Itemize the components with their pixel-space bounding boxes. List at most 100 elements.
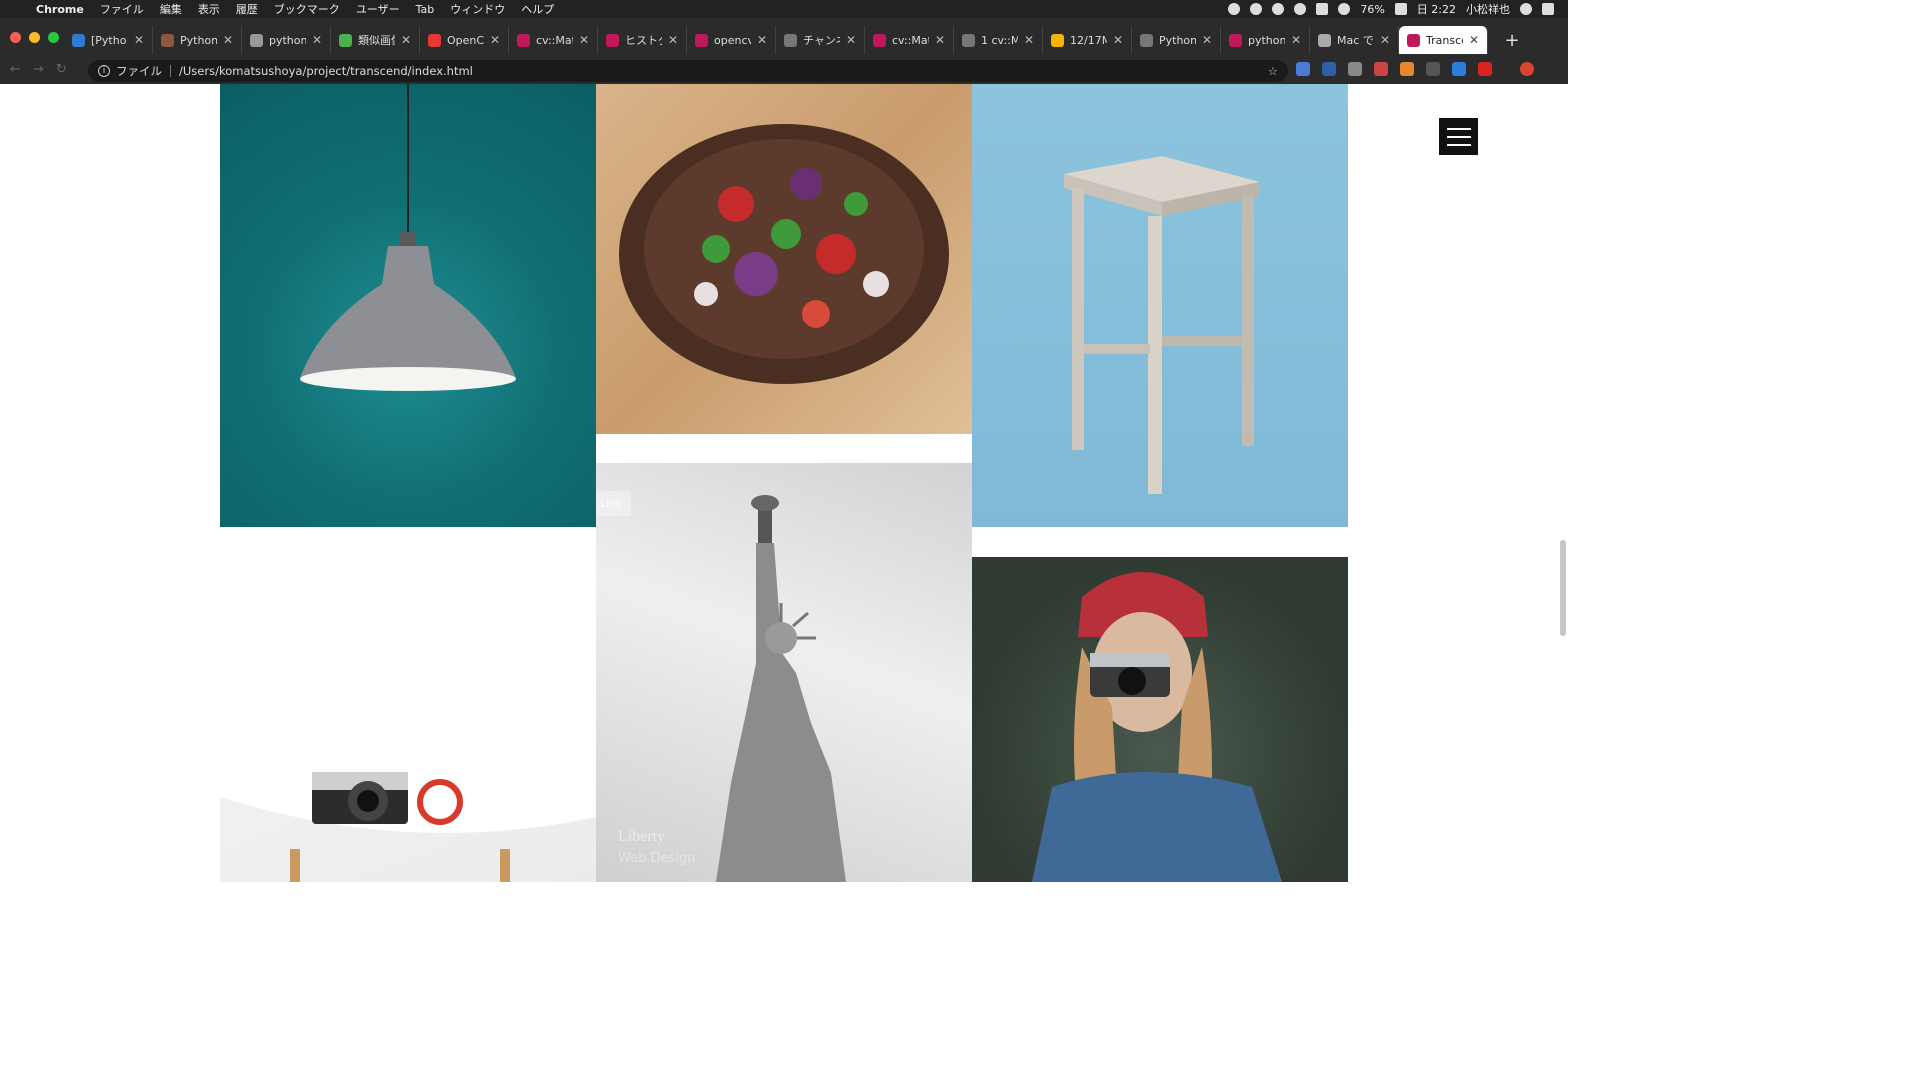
selenium-extension-icon[interactable] xyxy=(1426,62,1440,76)
page-viewport: Link Liberty Web Design xyxy=(0,84,1568,882)
menu-help[interactable]: ヘルプ xyxy=(521,1,554,17)
close-tab-icon[interactable]: ✕ xyxy=(134,33,144,47)
menu-app-name[interactable]: Chrome xyxy=(36,3,84,16)
salad-bowl-image xyxy=(619,124,949,384)
close-tab-icon[interactable]: ✕ xyxy=(935,33,945,47)
new-tab-button[interactable]: + xyxy=(1500,30,1524,51)
address-scheme-label: ファイル xyxy=(116,64,162,78)
browser-tab[interactable]: 1 cv::Ma ✕ xyxy=(954,26,1043,54)
battery-icon[interactable] xyxy=(1394,3,1407,15)
tab-title: Python3 xyxy=(180,33,217,47)
notification-center-icon[interactable] xyxy=(1542,3,1554,15)
gallery-tile-camera-girl[interactable] xyxy=(972,557,1348,882)
menu-window[interactable]: ウィンドウ xyxy=(450,1,505,17)
close-tab-icon[interactable]: ✕ xyxy=(668,33,678,47)
close-tab-icon[interactable]: ✕ xyxy=(1380,33,1390,47)
tab-title: opencv xyxy=(714,33,751,47)
hamburger-menu-button[interactable] xyxy=(1439,118,1478,155)
browser-tab[interactable]: Mac で ✕ xyxy=(1310,26,1399,54)
bookmark-star-icon[interactable]: ☆ xyxy=(1268,64,1278,78)
browser-tab[interactable]: ヒストグ ✕ xyxy=(598,26,687,54)
close-tab-icon[interactable]: ✕ xyxy=(1024,33,1034,47)
browser-tab[interactable]: 12/17M ✕ xyxy=(1043,26,1132,54)
browser-tab[interactable]: 類似画像 ✕ xyxy=(331,26,420,54)
sync-icon[interactable] xyxy=(1294,3,1307,15)
favicon-icon xyxy=(1051,33,1064,47)
spotlight-icon[interactable] xyxy=(1520,3,1532,15)
info-icon[interactable]: i xyxy=(98,65,110,77)
close-tab-icon[interactable]: ✕ xyxy=(401,33,411,47)
close-tab-icon[interactable]: ✕ xyxy=(490,33,500,47)
menubar-user[interactable]: 小松祥也 xyxy=(1466,1,1510,17)
close-tab-icon[interactable]: ✕ xyxy=(846,33,856,47)
tab-list: [Pytho✕Python3✕python-✕類似画像✕OpenCV✕cv::M… xyxy=(64,26,1488,54)
close-window-button[interactable] xyxy=(10,32,21,43)
favicon-icon xyxy=(962,33,975,47)
menu-bookmarks[interactable]: ブックマーク xyxy=(274,1,340,17)
tab-title: python- xyxy=(269,33,306,47)
video-extension-icon[interactable] xyxy=(1478,62,1492,76)
gallery-tile-stool[interactable] xyxy=(972,84,1348,527)
menu-file[interactable]: ファイル xyxy=(100,1,144,17)
close-tab-icon[interactable]: ✕ xyxy=(757,33,767,47)
grammarly-icon[interactable] xyxy=(1250,3,1263,15)
input-method-icon[interactable] xyxy=(1316,3,1329,15)
dictionary-extension-icon[interactable] xyxy=(1322,62,1336,76)
menu-edit[interactable]: 編集 xyxy=(160,1,182,17)
zoom-window-button[interactable] xyxy=(48,32,59,43)
back-icon[interactable]: ← xyxy=(10,62,21,77)
gallery-tile-liberty[interactable]: Link Liberty Web Design xyxy=(596,463,972,882)
menubar-clock[interactable]: 日 2:22 xyxy=(1417,1,1456,17)
browser-tab[interactable]: Python3 ✕ xyxy=(153,26,242,54)
browser-tab[interactable]: [Pytho ✕ xyxy=(64,26,153,54)
tile-link-label[interactable]: Link xyxy=(596,491,631,516)
close-tab-icon[interactable]: ✕ xyxy=(1202,33,1212,47)
profile-avatar[interactable] xyxy=(1520,62,1534,76)
address-url[interactable]: /Users/komatsushoya/project/transcend/in… xyxy=(179,64,473,78)
minimize-window-button[interactable] xyxy=(29,32,40,43)
metamask-extension-icon[interactable] xyxy=(1400,62,1414,76)
menu-user[interactable]: ユーザー xyxy=(356,1,400,17)
gallery-tile-lamp[interactable] xyxy=(220,84,596,527)
extension-icons xyxy=(1296,62,1534,76)
close-tab-icon[interactable]: ✕ xyxy=(312,33,322,47)
wooden-stool-image xyxy=(1064,156,1260,494)
browser-tab[interactable]: cv::Mat ✕ xyxy=(865,26,954,54)
close-tab-icon[interactable]: ✕ xyxy=(579,33,589,47)
browser-tab[interactable]: Transce ✕ xyxy=(1399,26,1488,54)
tab-title: python xyxy=(1248,33,1285,47)
woman-with-camera-image xyxy=(1032,572,1282,882)
menu-view[interactable]: 表示 xyxy=(198,1,220,17)
browser-tab[interactable]: python- ✕ xyxy=(242,26,331,54)
address-separator xyxy=(170,65,171,77)
browser-tab[interactable]: cv::Mat ✕ xyxy=(509,26,598,54)
close-tab-icon[interactable]: ✕ xyxy=(1113,33,1123,47)
close-tab-icon[interactable]: ✕ xyxy=(1469,33,1479,47)
favicon-icon xyxy=(1407,33,1420,47)
wifi-icon[interactable] xyxy=(1338,3,1351,15)
browser-tab[interactable]: python ✕ xyxy=(1221,26,1310,54)
vpn-extension-icon[interactable] xyxy=(1452,62,1466,76)
cast-extension-icon[interactable] xyxy=(1348,62,1362,76)
close-tab-icon[interactable]: ✕ xyxy=(223,33,233,47)
reload-icon[interactable]: ↻ xyxy=(56,62,67,77)
record-icon[interactable] xyxy=(1228,3,1241,15)
browser-tab[interactable]: チャンネ ✕ xyxy=(776,26,865,54)
browser-tab[interactable]: opencv ✕ xyxy=(687,26,776,54)
translate-extension-icon[interactable] xyxy=(1296,62,1310,76)
menu-history[interactable]: 履歴 xyxy=(236,1,258,17)
gallery-tile-chair[interactable] xyxy=(220,557,596,882)
menu-tab[interactable]: Tab xyxy=(416,3,435,16)
gallery-tile-bowl[interactable] xyxy=(596,84,972,434)
favicon-icon xyxy=(1229,33,1242,47)
adblock-extension-icon[interactable] xyxy=(1374,62,1388,76)
address-bar[interactable]: i ファイル /Users/komatsushoya/project/trans… xyxy=(88,60,1288,82)
creative-cloud-icon[interactable] xyxy=(1272,3,1285,15)
page-scrollbar-thumb[interactable] xyxy=(1560,540,1566,636)
browser-tab[interactable]: OpenCV ✕ xyxy=(420,26,509,54)
close-tab-icon[interactable]: ✕ xyxy=(1291,33,1301,47)
forward-icon[interactable]: → xyxy=(33,62,44,77)
browser-tab[interactable]: Python ✕ xyxy=(1132,26,1221,54)
favicon-icon xyxy=(161,33,174,47)
tile-caption-title: Liberty xyxy=(618,828,666,845)
